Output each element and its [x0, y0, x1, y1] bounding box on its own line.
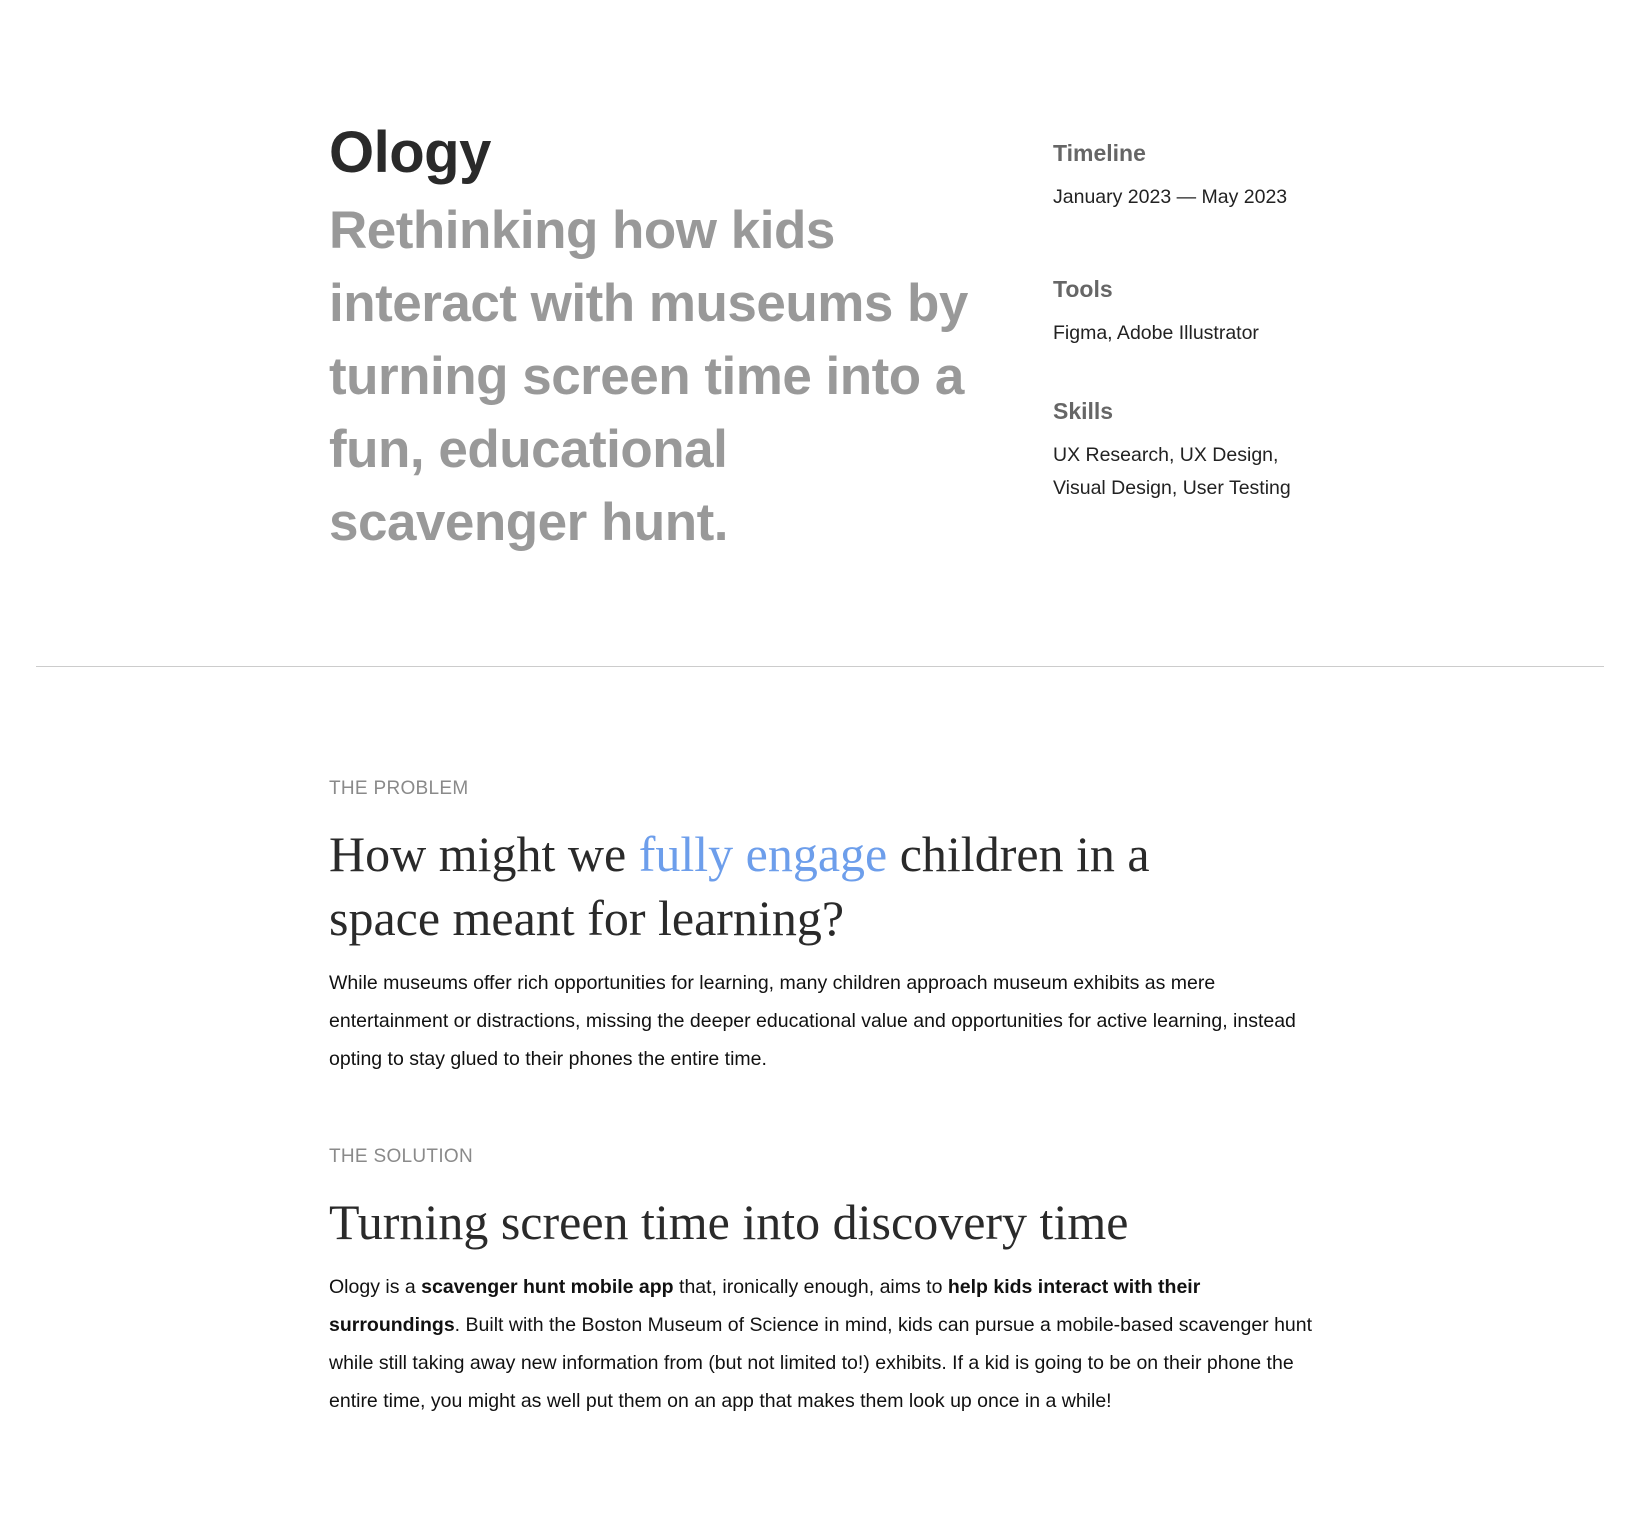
heading-text: How might we: [329, 826, 639, 882]
tools-value: Figma, Adobe Illustrator: [1053, 322, 1259, 344]
solution-heading: Turning screen time into discovery time: [329, 1194, 1129, 1250]
tools-label: Tools: [1053, 276, 1113, 302]
timeline-value: January 2023 — May 2023: [1053, 186, 1288, 208]
body-text: that, ironically enough, aims to: [673, 1276, 948, 1298]
project-tagline: Rethinking how kids interact with museum…: [329, 201, 968, 552]
section-divider: [36, 666, 1604, 667]
hero: Ology Rethinking how kids interact with …: [329, 118, 969, 559]
skills-label: Skills: [1053, 398, 1114, 424]
skills-line-2: Visual Design, User Testing: [1053, 477, 1291, 499]
tools-block: Tools Figma, Adobe Illustrator: [1053, 276, 1383, 350]
problem-heading: How might we fully engage children in a …: [329, 822, 1189, 950]
skills-block: Skills UX Research, UX Design, Visual De…: [1053, 398, 1383, 505]
body-text: Ology is a: [329, 1276, 422, 1298]
body-bold: scavenger hunt mobile app: [421, 1276, 674, 1298]
project-meta: Timeline January 2023 — May 2023 Tools F…: [1053, 140, 1383, 567]
problem-section: THE PROBLEM How might we fully engage ch…: [329, 778, 1319, 1078]
solution-section: THE SOLUTION Turning screen time into di…: [329, 1146, 1319, 1420]
project-title: Ology: [329, 120, 491, 185]
timeline-label: Timeline: [1053, 140, 1146, 166]
solution-body: Ology is a scavenger hunt mobile app tha…: [329, 1268, 1319, 1420]
body-text: . Built with the Boston Museum of Scienc…: [329, 1314, 1313, 1412]
problem-eyebrow: THE PROBLEM: [329, 778, 469, 799]
solution-eyebrow: THE SOLUTION: [329, 1146, 474, 1167]
timeline-block: Timeline January 2023 — May 2023: [1053, 140, 1383, 214]
skills-line-1: UX Research, UX Design,: [1053, 444, 1279, 466]
problem-body: While museums offer rich opportunities f…: [329, 972, 1296, 1070]
heading-accent: fully engage: [638, 826, 888, 882]
